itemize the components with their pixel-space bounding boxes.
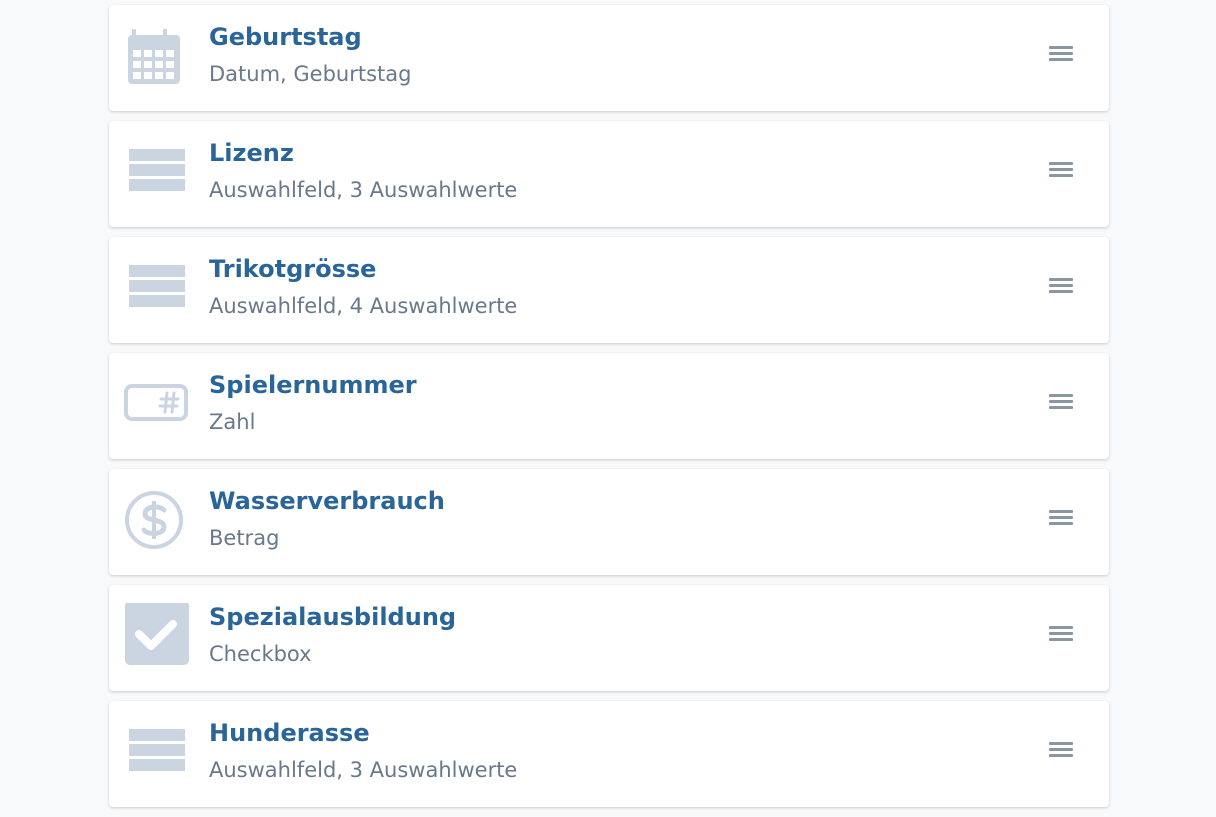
field-title: Lizenz [209, 139, 294, 167]
drag-handle-icon[interactable] [1049, 510, 1073, 528]
field-title: Trikotgrösse [209, 255, 377, 283]
checkbox-icon [123, 603, 189, 669]
field-subtitle: Auswahlfeld, 4 Auswahlwerte [209, 294, 518, 318]
field-card-wasserverbrauch[interactable]: Wasserverbrauch Betrag [109, 469, 1109, 575]
field-title: Geburtstag [209, 23, 362, 51]
field-subtitle: Checkbox [209, 642, 312, 666]
drag-handle-icon[interactable] [1049, 46, 1073, 64]
drag-handle-icon[interactable] [1049, 278, 1073, 296]
field-title: Hunderasse [209, 719, 370, 747]
field-subtitle: Datum, Geburtstag [209, 62, 412, 86]
field-list: Geburtstag Datum, Geburtstag Lizenz Ausw… [109, 5, 1109, 817]
number-field-icon [123, 371, 189, 437]
field-subtitle: Auswahlfeld, 3 Auswahlwerte [209, 758, 518, 782]
field-subtitle: Zahl [209, 410, 256, 434]
field-subtitle: Auswahlfeld, 3 Auswahlwerte [209, 178, 518, 202]
field-subtitle: Betrag [209, 526, 280, 550]
list-icon [123, 255, 189, 321]
field-card-lizenz[interactable]: Lizenz Auswahlfeld, 3 Auswahlwerte [109, 121, 1109, 227]
dollar-icon [123, 487, 189, 553]
field-card-geburtstag[interactable]: Geburtstag Datum, Geburtstag [109, 5, 1109, 111]
field-title: Wasserverbrauch [209, 487, 445, 515]
field-card-trikotgroesse[interactable]: Trikotgrösse Auswahlfeld, 4 Auswahlwerte [109, 237, 1109, 343]
field-card-hunderasse[interactable]: Hunderasse Auswahlfeld, 3 Auswahlwerte [109, 701, 1109, 807]
list-icon [123, 719, 189, 785]
field-title: Spielernummer [209, 371, 417, 399]
drag-handle-icon[interactable] [1049, 162, 1073, 180]
drag-handle-icon[interactable] [1049, 626, 1073, 644]
drag-handle-icon[interactable] [1049, 394, 1073, 412]
calendar-icon [123, 23, 189, 89]
field-card-spezialausbildung[interactable]: Spezialausbildung Checkbox [109, 585, 1109, 691]
list-icon [123, 139, 189, 205]
field-title: Spezialausbildung [209, 603, 457, 631]
drag-handle-icon[interactable] [1049, 742, 1073, 760]
field-card-spielernummer[interactable]: Spielernummer Zahl [109, 353, 1109, 459]
